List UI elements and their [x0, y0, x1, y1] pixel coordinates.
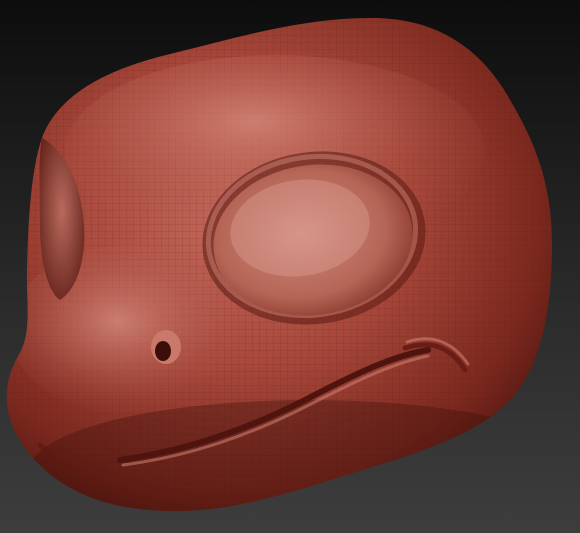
render-viewport	[0, 0, 580, 533]
sculpted-head	[6, 18, 553, 512]
